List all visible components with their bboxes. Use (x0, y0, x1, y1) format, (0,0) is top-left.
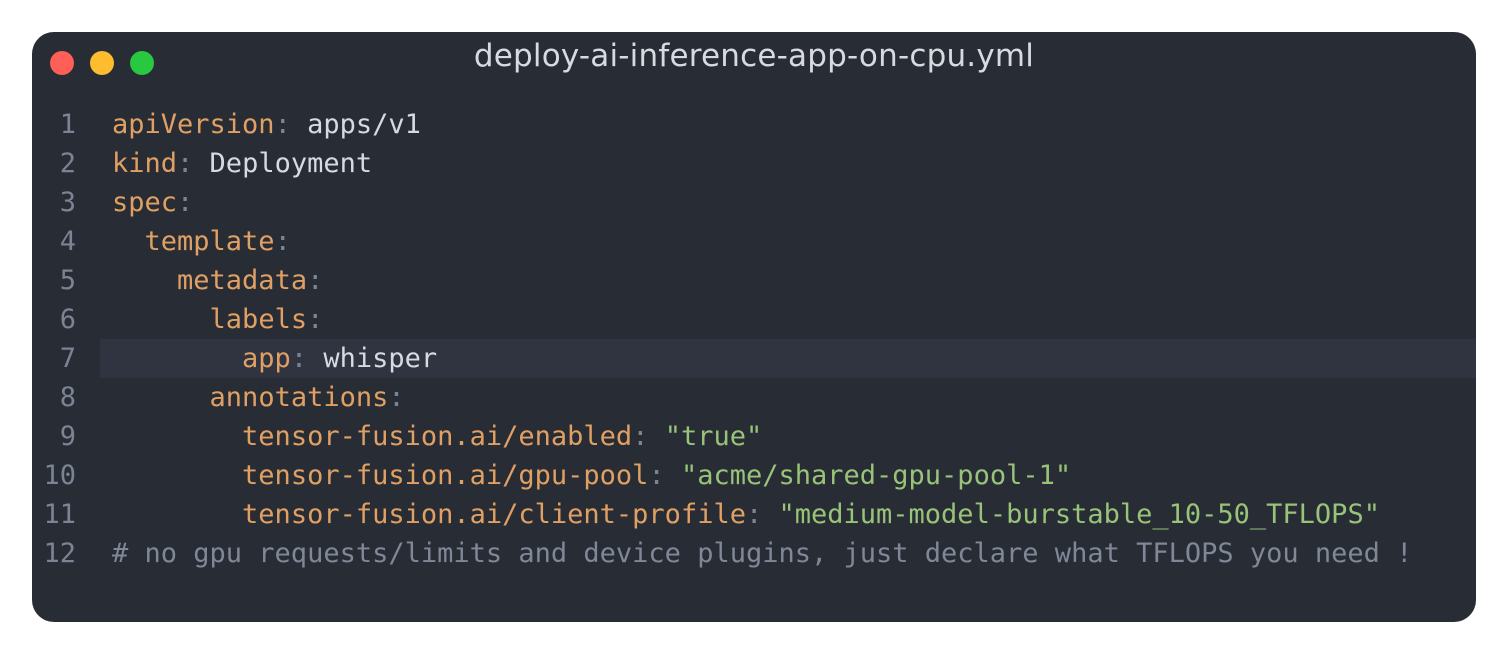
line-number: 3 (59, 187, 76, 218)
line-number: 7 (59, 343, 76, 374)
code-line[interactable]: 7 app: whisper (32, 339, 1476, 378)
yaml-value: whisper (307, 343, 438, 374)
line-number: 5 (59, 265, 76, 296)
yaml-colon: : (632, 421, 649, 452)
yaml-colon: : (307, 265, 324, 296)
yaml-string: "acme/shared-gpu-pool-1" (680, 460, 1072, 491)
yaml-value (665, 460, 681, 491)
yaml-key: annotations (209, 382, 389, 413)
yaml-colon: : (745, 499, 763, 530)
yaml-colon: : (274, 226, 291, 257)
line-content: spec: (112, 183, 193, 222)
code-window: deploy-ai-inference-app-on-cpu.yml 1 apiV… (32, 32, 1476, 622)
code-line[interactable]: 1 apiVersion: apps/v1 (32, 105, 1476, 144)
line-number: 2 (59, 148, 76, 179)
yaml-comment: # no gpu requests/limits and device plug… (112, 538, 1413, 569)
line-content: metadata: (112, 261, 323, 300)
yaml-key: tensor-fusion.ai/gpu-pool (242, 460, 649, 491)
line-number: 8 (59, 382, 76, 413)
yaml-key: app (242, 343, 291, 374)
window-title: deploy-ai-inference-app-on-cpu.yml (473, 38, 1035, 74)
yaml-key: tensor-fusion.ai/client-profile (242, 499, 746, 530)
yaml-key: kind (112, 148, 178, 179)
line-content: labels: (112, 300, 324, 339)
code-line[interactable]: 2 kind: Deployment (32, 144, 1476, 183)
yaml-key: spec (112, 187, 178, 218)
code-line[interactable]: 9 tensor-fusion.ai/enabled: "true" (32, 417, 1476, 456)
line-content: tensor-fusion.ai/client-profile: "medium… (112, 495, 1380, 534)
code-line[interactable]: 12 # no gpu requests/limits and device pl… (32, 534, 1476, 573)
yaml-value (762, 499, 778, 530)
yaml-key: template (144, 226, 275, 257)
line-number: 4 (59, 226, 76, 257)
line-number: 9 (59, 421, 76, 452)
code-line[interactable]: 10 tensor-fusion.ai/gpu-pool: "acme/shar… (32, 456, 1476, 495)
code-line[interactable]: 3 spec: (32, 183, 1476, 222)
title-bar: deploy-ai-inference-app-on-cpu.yml (32, 32, 1476, 84)
line-content: tensor-fusion.ai/gpu-pool: "acme/shared-… (112, 456, 1071, 495)
yaml-colon: : (177, 148, 194, 179)
line-content: tensor-fusion.ai/enabled: "true" (112, 417, 762, 456)
line-number: 12 (43, 538, 76, 569)
yaml-colon: : (177, 187, 194, 218)
yaml-colon: : (307, 304, 324, 335)
line-content: template: (112, 222, 291, 261)
line-number: 1 (59, 109, 76, 140)
yaml-colon: : (388, 382, 405, 413)
code-editor[interactable]: 1 apiVersion: apps/v1 2 kind: Deployment 3 sp… (32, 105, 1476, 573)
line-content: kind: Deployment (112, 144, 372, 183)
line-content: app: whisper (112, 339, 437, 378)
code-line[interactable]: 5 metadata: (32, 261, 1476, 300)
yaml-string: "true" (664, 421, 763, 452)
yaml-key: tensor-fusion.ai/enabled (242, 421, 633, 452)
line-content: apiVersion: apps/v1 (112, 105, 421, 144)
line-number: 6 (59, 304, 76, 335)
line-content: annotations: (112, 378, 405, 417)
yaml-colon: : (274, 109, 291, 140)
yaml-colon: : (290, 343, 308, 374)
yaml-string: "medium-model-burstable_10-50_TFLOPS" (778, 499, 1380, 530)
yaml-key: labels (209, 304, 308, 335)
yaml-colon: : (648, 460, 665, 491)
line-number: 10 (43, 460, 76, 491)
yaml-value (648, 421, 664, 452)
code-line[interactable]: 8 annotations: (32, 378, 1476, 417)
line-content: # no gpu requests/limits and device plug… (112, 534, 1412, 573)
line-number: 11 (43, 499, 76, 530)
yaml-value: Deployment (193, 148, 373, 179)
code-line[interactable]: 11 tensor-fusion.ai/client-profile: "med… (32, 495, 1476, 534)
code-line[interactable]: 4 template: (32, 222, 1476, 261)
yaml-value: apps/v1 (290, 109, 421, 140)
yaml-key: metadata (177, 265, 308, 296)
code-line[interactable]: 6 labels: (32, 300, 1476, 339)
yaml-key: apiVersion (112, 109, 275, 140)
